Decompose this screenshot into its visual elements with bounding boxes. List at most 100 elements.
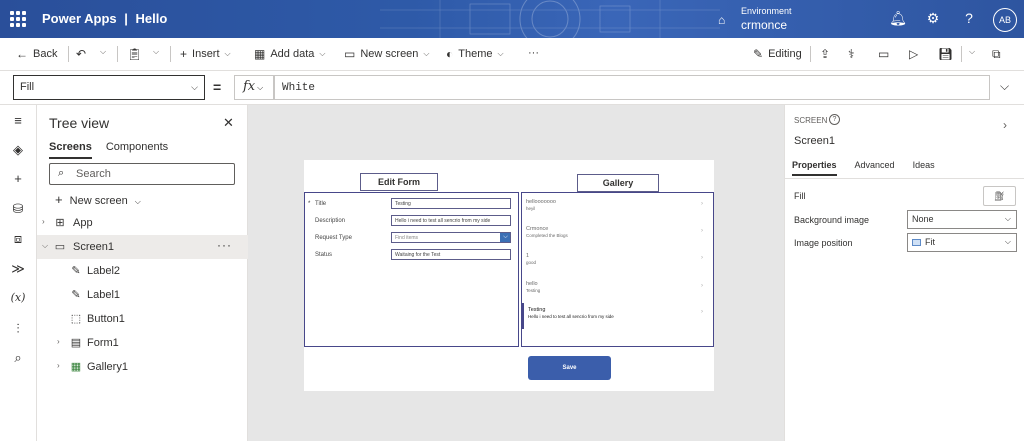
property-value: Fill bbox=[20, 81, 35, 93]
status-input[interactable]: Waitaing for the Test bbox=[391, 249, 511, 260]
document-name: Hello bbox=[135, 11, 168, 26]
undo-button[interactable]: ↶ bbox=[76, 47, 86, 61]
tree-node-screen1[interactable]: ⌵ ▭ Screen1 ··· bbox=[37, 235, 248, 259]
advanced-tools-icon[interactable]: ⫶ bbox=[9, 321, 27, 337]
user-avatar[interactable]: AB bbox=[993, 8, 1017, 32]
tree-node-label: Screen1 bbox=[73, 241, 114, 253]
media-icon[interactable]: ⧈ bbox=[9, 231, 27, 247]
formula-input[interactable]: White bbox=[274, 75, 990, 100]
chevron-right-icon[interactable]: › bbox=[701, 228, 703, 234]
label-icon: ✎ bbox=[71, 265, 81, 277]
save-app-button[interactable]: 💾︎ bbox=[938, 47, 953, 61]
new-screen-button[interactable]: ▭ New screen ⌵ bbox=[344, 47, 430, 61]
help-icon[interactable]: ? bbox=[960, 10, 978, 26]
more-label: ··· bbox=[528, 47, 539, 59]
insert-button[interactable]: + Insert ⌵ bbox=[180, 47, 231, 61]
gallery-item-selected[interactable]: Testing Hello i need to test all sencrio… bbox=[522, 303, 713, 329]
chevron-right-icon[interactable]: › bbox=[701, 283, 703, 289]
tab-screens[interactable]: Screens bbox=[49, 141, 92, 159]
gallery-item[interactable]: Crmonce Completed the Blogs › bbox=[522, 222, 713, 248]
gallery-item[interactable]: hello Testing › bbox=[522, 277, 713, 303]
more-commands-button[interactable]: ··· bbox=[528, 47, 539, 59]
app-title: Power Apps | Hello bbox=[42, 11, 167, 26]
app-launcher-icon[interactable] bbox=[10, 11, 26, 27]
chevron-down-icon: ⌵ bbox=[423, 49, 430, 58]
editing-button[interactable]: ✎ Editing bbox=[753, 47, 802, 61]
gallery-item[interactable]: 1 good › bbox=[522, 249, 713, 275]
required-marker: * bbox=[308, 201, 311, 207]
field-label: Title bbox=[315, 201, 327, 207]
chevron-down-icon: ⌵ bbox=[42, 241, 49, 250]
tree-search-input[interactable]: ⌕ Search bbox=[49, 163, 235, 185]
divider bbox=[68, 46, 69, 62]
description-input[interactable]: Hello i need to test all sencrio from my… bbox=[391, 215, 511, 226]
search-icon[interactable]: ⌕ bbox=[9, 350, 27, 366]
tree-node-app[interactable]: › ⊞ App bbox=[37, 211, 248, 235]
gallery[interactable]: hellooooooo heyil › Crmonce Completed th… bbox=[521, 192, 714, 347]
edit-form[interactable]: * Title Testing Description Hello i need… bbox=[304, 192, 519, 347]
data-cylinder-icon[interactable]: ⛁ bbox=[9, 201, 27, 217]
share-button[interactable]: ⇪ bbox=[820, 47, 830, 61]
field-label: Description bbox=[315, 218, 346, 224]
comments-button[interactable]: ▭ bbox=[878, 47, 889, 61]
gallery-label[interactable]: Gallery bbox=[577, 174, 659, 192]
tree-node-form1[interactable]: › ▤ Form1 bbox=[37, 331, 248, 355]
more-options-button[interactable]: ··· bbox=[217, 238, 232, 252]
background-image-dropdown[interactable]: None ⌵ bbox=[907, 210, 1017, 229]
stethoscope-icon: ⚕ bbox=[848, 47, 855, 61]
paste-dropdown[interactable]: ⌵ bbox=[153, 47, 159, 57]
back-label: Back bbox=[33, 48, 58, 60]
save-dropdown[interactable]: ⌵ bbox=[969, 47, 975, 57]
insert-plus-icon[interactable]: + bbox=[9, 171, 27, 186]
theme-button[interactable]: ◐ Theme ⌵ bbox=[446, 47, 504, 61]
edit-form-label[interactable]: Edit Form bbox=[360, 173, 438, 191]
gallery-item[interactable]: hellooooooo heyil › bbox=[522, 195, 713, 221]
chevron-down-icon: ⌵ bbox=[257, 83, 264, 92]
gallery-item-title: 1 bbox=[526, 253, 530, 259]
expand-formula-icon[interactable]: ⌵ bbox=[1000, 79, 1009, 94]
tree-node-gallery1[interactable]: › ▦ Gallery1 bbox=[37, 355, 248, 379]
property-selector[interactable]: Fill ⌵ bbox=[13, 75, 205, 100]
chevron-down-icon: ⌵ bbox=[224, 49, 231, 58]
variables-icon[interactable]: (x) bbox=[9, 291, 27, 304]
chevron-right-icon: › bbox=[42, 217, 45, 226]
title-input[interactable]: Testing bbox=[391, 198, 511, 209]
notifications-icon[interactable]: 🔔︎ bbox=[889, 10, 907, 27]
tree-node-label2[interactable]: ✎ Label2 bbox=[37, 259, 248, 283]
tab-advanced[interactable]: Advanced bbox=[855, 160, 895, 176]
power-automate-icon[interactable]: ≫ bbox=[9, 261, 27, 277]
tab-components[interactable]: Components bbox=[106, 141, 168, 159]
paste-button[interactable]: 📋︎ bbox=[127, 47, 142, 61]
settings-gear-icon[interactable]: ⚙ bbox=[924, 10, 942, 27]
tree-node-label: Label2 bbox=[87, 265, 121, 277]
close-icon[interactable]: ✕ bbox=[223, 115, 234, 131]
publish-button[interactable]: ⧉ bbox=[992, 47, 1001, 62]
tab-ideas[interactable]: Ideas bbox=[913, 160, 935, 176]
chevron-down-icon: ⌵ bbox=[153, 47, 160, 56]
app-checker-button[interactable]: ⚕ bbox=[848, 47, 855, 61]
tab-properties[interactable]: Properties bbox=[792, 160, 837, 176]
preview-button[interactable]: ▷ bbox=[909, 47, 918, 61]
chevron-right-icon[interactable]: › bbox=[701, 201, 703, 207]
request-type-dropdown[interactable]: Find items ⌵ bbox=[391, 232, 511, 243]
add-data-button[interactable]: ▦ Add data ⌵ bbox=[254, 47, 325, 61]
clipboard-icon: 📋︎ bbox=[127, 47, 143, 61]
hamburger-menu-icon[interactable]: ≡ bbox=[9, 113, 27, 128]
gallery-item-subtitle: good bbox=[526, 260, 537, 265]
tree-view-layers-icon[interactable]: ◈ bbox=[9, 142, 27, 158]
undo-dropdown[interactable]: ⌵ bbox=[100, 47, 106, 57]
fx-button[interactable]: fx ⌵ bbox=[234, 75, 274, 100]
tree-node-button1[interactable]: ⬚ Button1 bbox=[37, 307, 248, 331]
chevron-right-icon[interactable]: › bbox=[701, 255, 703, 261]
back-button[interactable]: ← Back bbox=[16, 47, 57, 61]
gallery-item-title: hellooooooo bbox=[526, 199, 556, 205]
image-position-dropdown[interactable]: Fit ⌵ bbox=[907, 233, 1017, 252]
save-button[interactable]: Save bbox=[528, 356, 611, 380]
chevron-right-icon[interactable]: › bbox=[1003, 118, 1007, 132]
help-icon[interactable]: ? bbox=[829, 114, 840, 125]
new-screen-tree-button[interactable]: + New screen ⌵ bbox=[55, 192, 141, 207]
tree-node-label1[interactable]: ✎ Label1 bbox=[37, 283, 248, 307]
chevron-right-icon[interactable]: › bbox=[701, 309, 703, 315]
fill-color-picker[interactable]: ⛽︎ bbox=[983, 186, 1016, 206]
form-field-status: Status Waitaing for the Test bbox=[305, 249, 520, 263]
